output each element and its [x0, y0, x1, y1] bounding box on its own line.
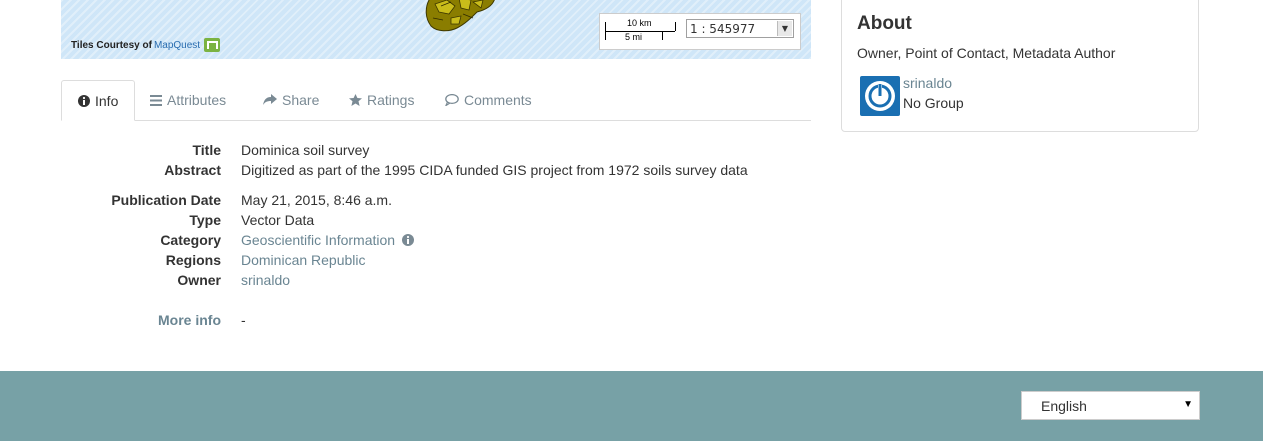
- region-link[interactable]: Dominican Republic: [241, 250, 366, 270]
- info-circle-icon: [78, 94, 90, 107]
- island-shape: [425, 0, 495, 32]
- tab-info-label: Info: [95, 92, 119, 109]
- info-row-category: Category Geoscientific Information: [61, 230, 811, 250]
- caret-down-icon: ▼: [1183, 399, 1193, 410]
- info-value-category: Geoscientific Information: [241, 230, 414, 251]
- tab-ratings-label: Ratings: [367, 92, 415, 108]
- map-viewer[interactable]: Tiles Courtesy of MapQuest 10 km 5 mi 1 …: [61, 0, 811, 59]
- info-value: Vector Data: [241, 212, 315, 228]
- info-value: Dominica soil survey: [241, 142, 370, 158]
- tab-attributes-label: Attributes: [167, 92, 227, 108]
- tab-comments-label: Comments: [464, 92, 532, 108]
- owner-link[interactable]: srinaldo: [241, 270, 290, 290]
- info-row-title: Title Dominica soil survey: [61, 140, 811, 160]
- share-icon: [263, 94, 277, 106]
- info-label: Abstract: [164, 162, 221, 178]
- language-select[interactable]: English ▼: [1021, 391, 1200, 420]
- tab-info[interactable]: Info: [61, 80, 136, 121]
- about-heading: About: [857, 13, 912, 34]
- about-roles: Owner, Point of Contact, Metadata Author: [857, 45, 1116, 61]
- info-label: Publication Date: [111, 192, 221, 208]
- info-label: Category: [160, 232, 221, 248]
- tab-ratings[interactable]: Ratings: [333, 80, 430, 120]
- info-row-owner: Owner srinaldo: [61, 270, 811, 290]
- scale-mi-label: 5 mi: [625, 32, 643, 42]
- info-row-pubdate: Publication Date May 21, 2015, 8:46 a.m.: [61, 190, 811, 210]
- mapquest-link[interactable]: MapQuest: [154, 40, 200, 51]
- info-row-abstract: Abstract Digitized as part of the 1995 C…: [61, 160, 811, 180]
- more-info-link[interactable]: More info: [158, 310, 221, 330]
- info-value: Digitized as part of the 1995 CIDA funde…: [241, 162, 748, 178]
- scale-control: 10 km 5 mi 1 : 545977 ▼: [599, 13, 801, 50]
- info-value: May 21, 2015, 8:46 a.m.: [241, 192, 392, 208]
- scale-km-label: 10 km: [627, 18, 652, 28]
- language-value: English: [1041, 397, 1087, 414]
- about-panel: About Owner, Point of Contact, Metadata …: [841, 0, 1199, 132]
- info-value: -: [241, 312, 246, 328]
- scale-value: 1 : 545977: [690, 21, 756, 36]
- star-icon: [349, 94, 362, 106]
- footer: English ▼: [0, 371, 1263, 441]
- map-attribution: Tiles Courtesy of MapQuest: [71, 38, 221, 52]
- info-label: Regions: [165, 252, 221, 268]
- power-icon: [865, 81, 895, 111]
- info-circle-icon[interactable]: [401, 231, 414, 251]
- scale-select[interactable]: 1 : 545977 ▼: [686, 19, 794, 38]
- chevron-down-icon[interactable]: ▼: [777, 21, 792, 36]
- about-group: No Group: [903, 95, 964, 111]
- info-label: Type: [189, 212, 221, 228]
- category-link[interactable]: Geoscientific Information: [241, 232, 395, 248]
- tab-comments[interactable]: Comments: [429, 80, 548, 120]
- about-username-link[interactable]: srinaldo: [903, 75, 952, 91]
- attribution-prefix: Tiles Courtesy of: [71, 39, 152, 51]
- list-icon: [150, 94, 162, 106]
- info-row-regions: Regions Dominican Republic: [61, 250, 811, 270]
- info-row-moreinfo: More info -: [61, 310, 811, 330]
- info-label: Title: [192, 142, 221, 158]
- detail-tabs: Info Attributes Share Ratings Comments: [61, 80, 811, 121]
- tab-share-label: Share: [282, 92, 320, 108]
- comment-icon: [445, 94, 459, 106]
- mapquest-logo-icon: [204, 38, 221, 52]
- avatar[interactable]: [860, 76, 900, 116]
- tab-share[interactable]: Share: [247, 80, 335, 120]
- tab-attributes[interactable]: Attributes: [134, 80, 242, 120]
- info-label: Owner: [177, 272, 221, 288]
- info-row-type: Type Vector Data: [61, 210, 811, 230]
- scale-bar: 10 km 5 mi: [605, 18, 677, 44]
